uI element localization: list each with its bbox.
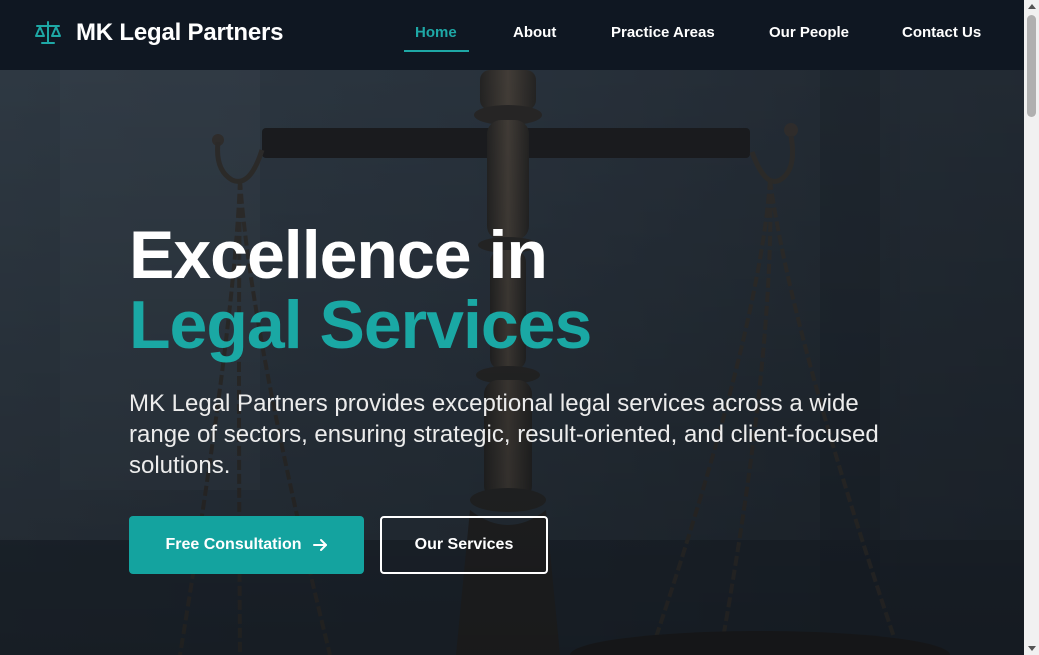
scrollbar-thumb[interactable] [1027,15,1036,117]
scroll-down-arrow-icon[interactable] [1028,646,1036,651]
free-consultation-button[interactable]: Free Consultation [129,516,364,574]
nav-our-people[interactable]: Our People [769,24,849,41]
our-services-label: Our Services [414,536,514,553]
hero-section: Excellence in Legal Services MK Legal Pa… [0,70,1024,655]
nav-contact-us[interactable]: Contact Us [902,24,981,41]
arrow-right-icon [312,539,327,551]
brand-name: MK Legal Partners [76,19,284,46]
nav-about[interactable]: About [513,24,556,41]
page-viewport: MK Legal Partners Home About Practice Ar… [0,0,1024,655]
active-nav-indicator [404,50,469,52]
scroll-up-arrow-icon[interactable] [1028,4,1036,9]
navbar: MK Legal Partners Home About Practice Ar… [0,0,1024,70]
scale-of-justice-icon [35,21,61,44]
nav-home[interactable]: Home [415,24,457,41]
hero-title-line2: Legal Services [129,287,592,363]
hero-title-line1: Excellence in [129,217,548,293]
hero-description: MK Legal Partners provides exceptional l… [129,390,879,479]
brand[interactable]: MK Legal Partners [33,18,284,48]
our-services-button[interactable]: Our Services [380,516,548,574]
hero-title: Excellence in Legal Services [129,217,592,363]
vertical-scrollbar[interactable] [1024,0,1039,655]
nav-practice-areas[interactable]: Practice Areas [611,24,715,41]
free-consultation-label: Free Consultation [165,536,302,553]
